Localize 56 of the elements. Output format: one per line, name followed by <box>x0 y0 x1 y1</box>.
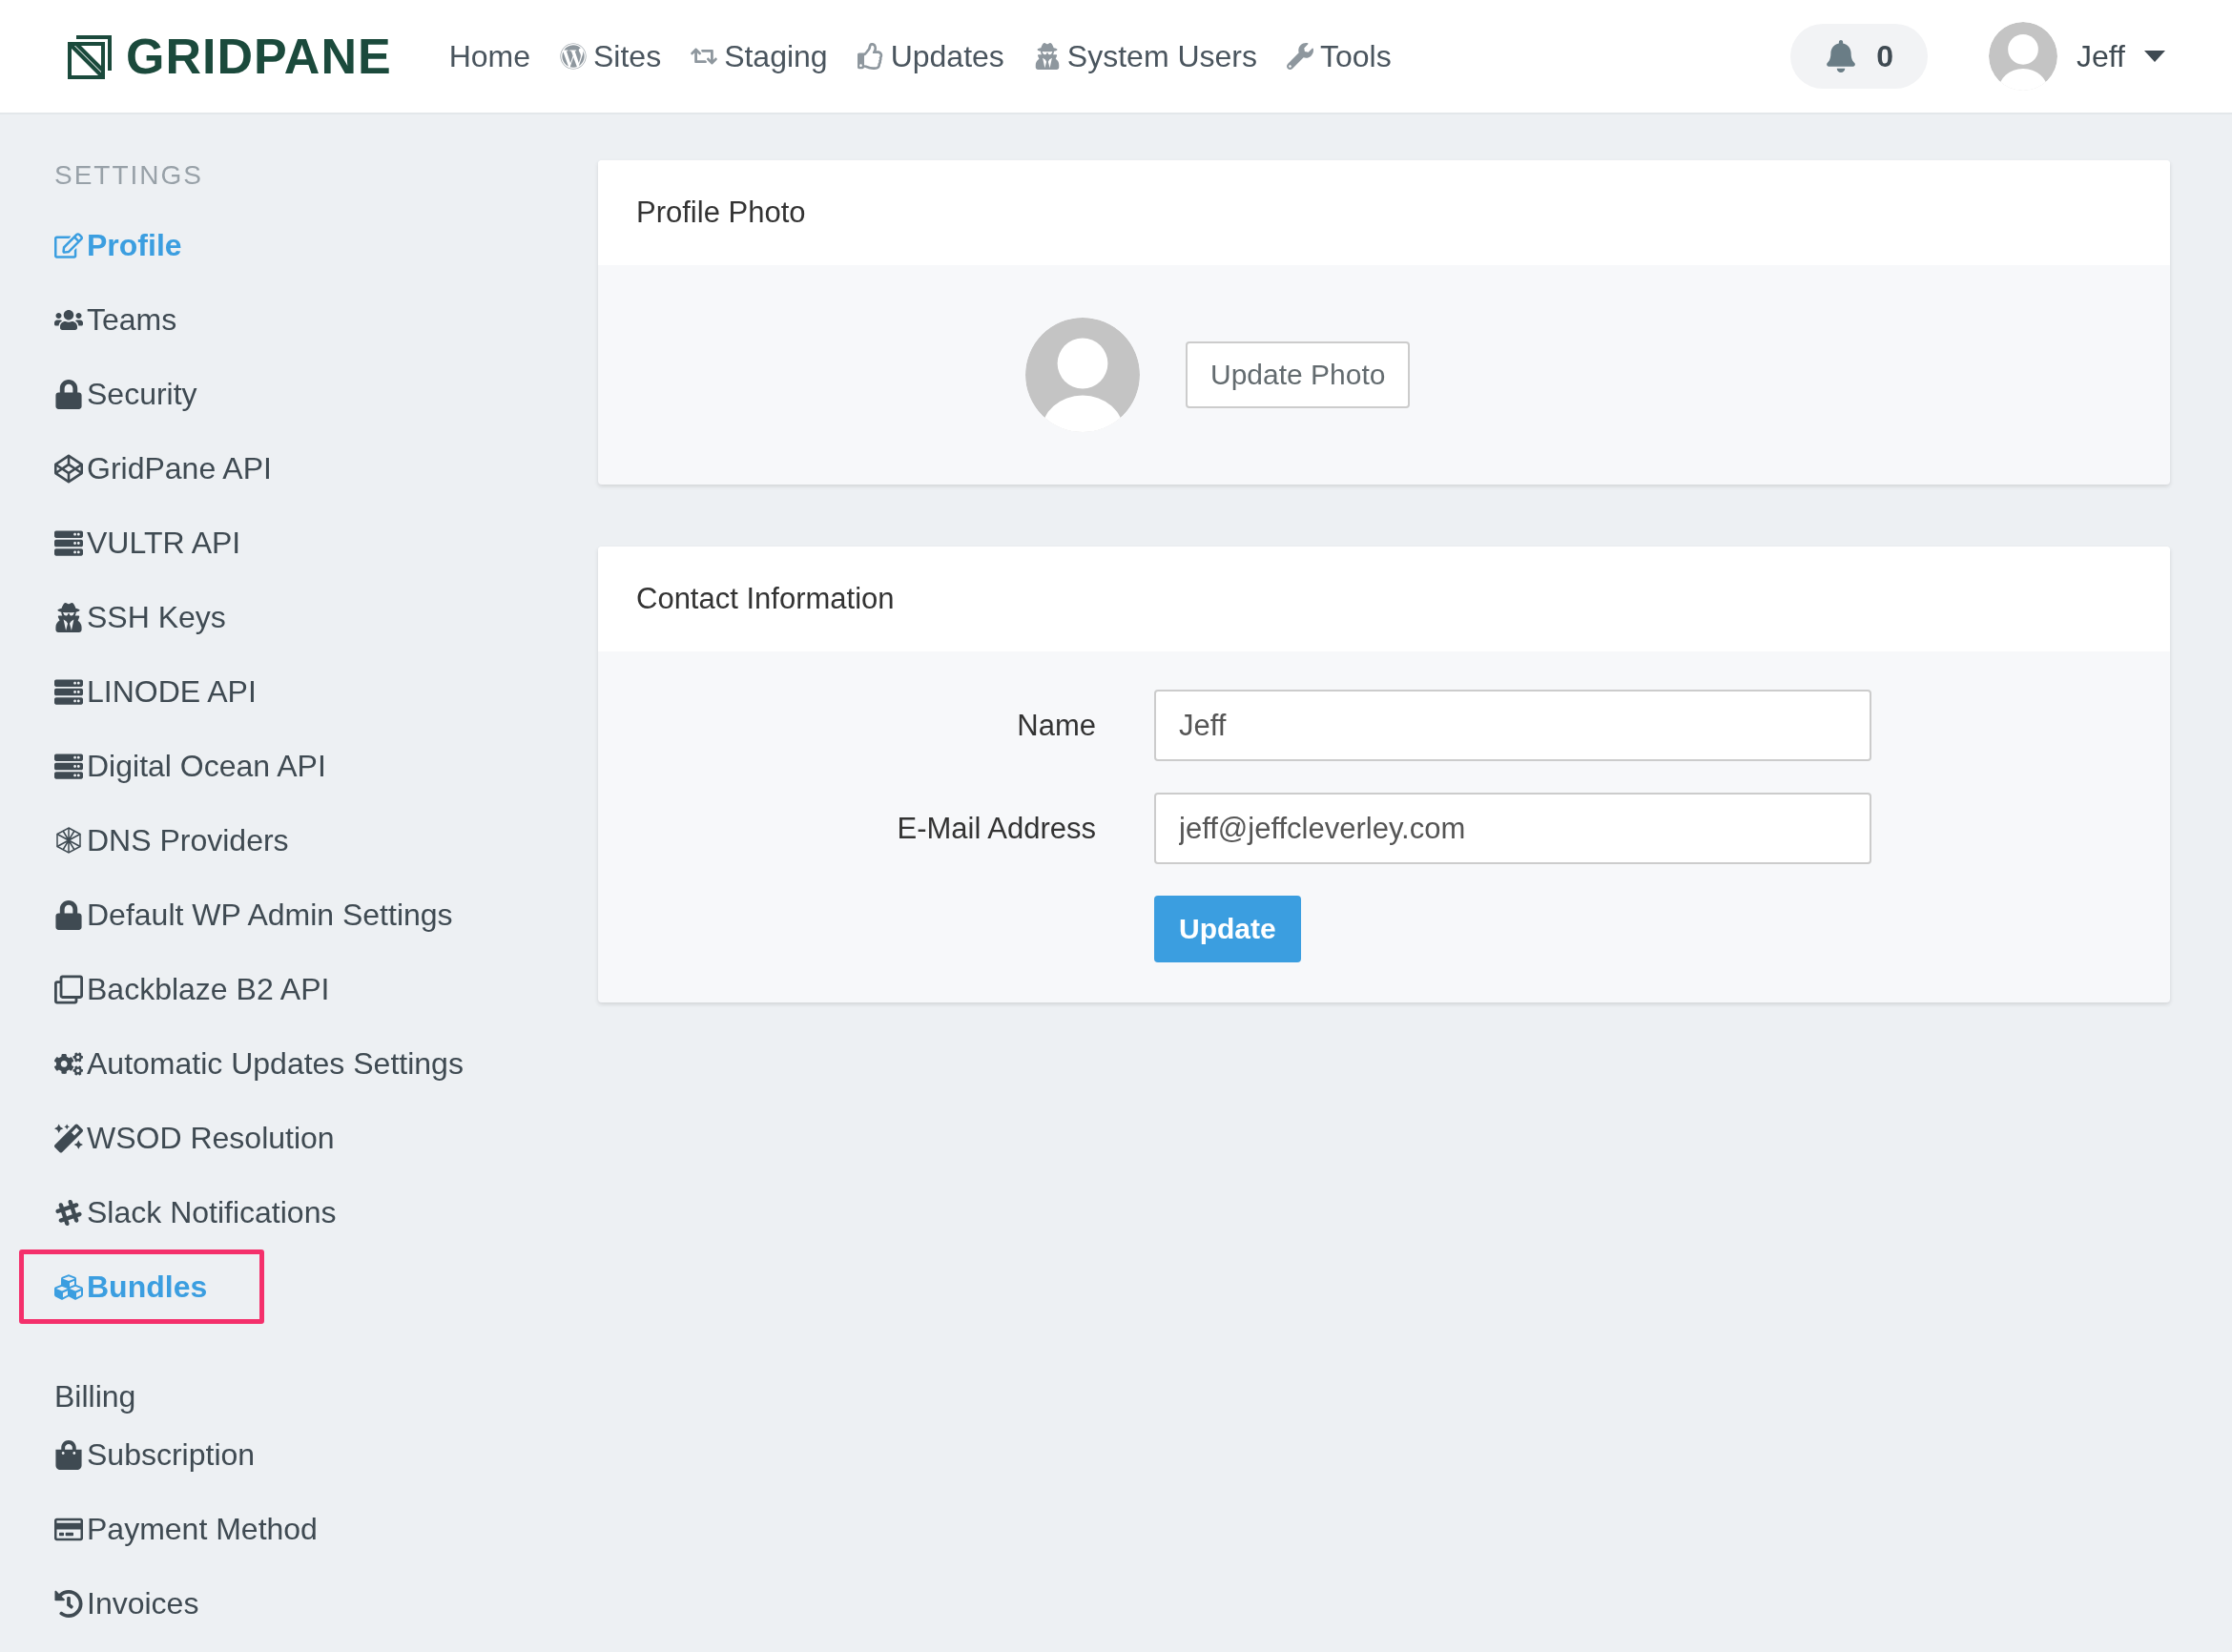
history-icon <box>54 1588 83 1619</box>
field-label: E-Mail Address <box>896 811 1096 846</box>
sidebar-item[interactable]: WSOD Resolution <box>54 1101 335 1175</box>
logo-icon <box>67 32 114 80</box>
sidebar-item[interactable]: Slack Notifications <box>54 1175 337 1249</box>
sidebar-item[interactable]: SSH Keys <box>54 580 226 654</box>
magic-wand-icon <box>54 1123 83 1153</box>
nav-link[interactable]: System Users <box>1032 38 1257 74</box>
sidebar-item[interactable]: LINODE API <box>54 654 257 729</box>
server-icon <box>54 751 83 781</box>
lock-icon <box>54 379 83 409</box>
sidebar-item[interactable]: GridPane API <box>54 431 272 506</box>
shopping-bag-icon <box>54 1439 83 1470</box>
hashtag-icon <box>54 1197 83 1228</box>
nav-link[interactable]: Home <box>448 38 530 74</box>
bell-icon <box>1825 40 1858 72</box>
sidebar-item[interactable]: Automatic Updates Settings <box>54 1026 464 1101</box>
input-field[interactable]: jeff@jeffcleverley.com <box>1154 793 1871 864</box>
user-menu[interactable]: Jeff <box>1989 22 2165 91</box>
update-photo-button[interactable]: Update Photo <box>1186 341 1411 408</box>
sidebar-item[interactable]: Default WP Admin Settings <box>54 878 453 952</box>
sidebar-item[interactable]: Security <box>54 357 197 431</box>
nav-link[interactable]: Sites <box>559 38 662 74</box>
sidebar-heading: SETTINGS <box>54 160 204 189</box>
sidebar-item[interactable]: Teams <box>54 282 177 357</box>
cubes-icon <box>54 1271 83 1302</box>
nav-link[interactable]: Tools <box>1286 38 1392 74</box>
wordpress-icon <box>559 43 588 70</box>
edit-icon <box>54 230 83 260</box>
notifications-button[interactable]: 0 <box>1790 24 1928 89</box>
sidebar-heading: Billing <box>54 1379 137 1415</box>
server-icon <box>54 527 83 558</box>
copy-icon <box>54 974 83 1004</box>
sidebar-item[interactable]: Invoices <box>54 1566 199 1641</box>
avatar <box>1989 22 2057 91</box>
sidebar-item[interactable]: DNS Providers <box>54 803 289 878</box>
field-label: Name <box>1016 708 1096 743</box>
card-title: Profile Photo <box>598 160 2170 265</box>
sidebar-item[interactable]: Payment Method <box>54 1492 318 1566</box>
nav-link[interactable]: Staging <box>690 38 828 74</box>
input-field[interactable]: Jeff <box>1154 690 1871 761</box>
cube-outline-icon <box>54 453 83 484</box>
sidebar-item[interactable]: Backblaze B2 API <box>54 952 330 1026</box>
card-title: Contact Information <box>598 547 2170 651</box>
wrench-icon <box>1286 43 1314 70</box>
server-icon <box>54 676 83 707</box>
caret-icon <box>2144 51 2165 62</box>
hexagon-icon <box>54 827 83 854</box>
sidebar-item[interactable]: Subscription <box>54 1417 256 1492</box>
thumbs-up-icon <box>856 43 885 70</box>
lock-icon <box>54 899 83 930</box>
spy-icon <box>54 602 83 632</box>
sidebar-item[interactable]: VULTR API <box>54 506 241 580</box>
logo-text: GRIDPANE <box>126 28 392 85</box>
nav-link[interactable]: Updates <box>856 38 1004 74</box>
sidebar-item[interactable]: Digital Ocean API <box>54 729 326 803</box>
